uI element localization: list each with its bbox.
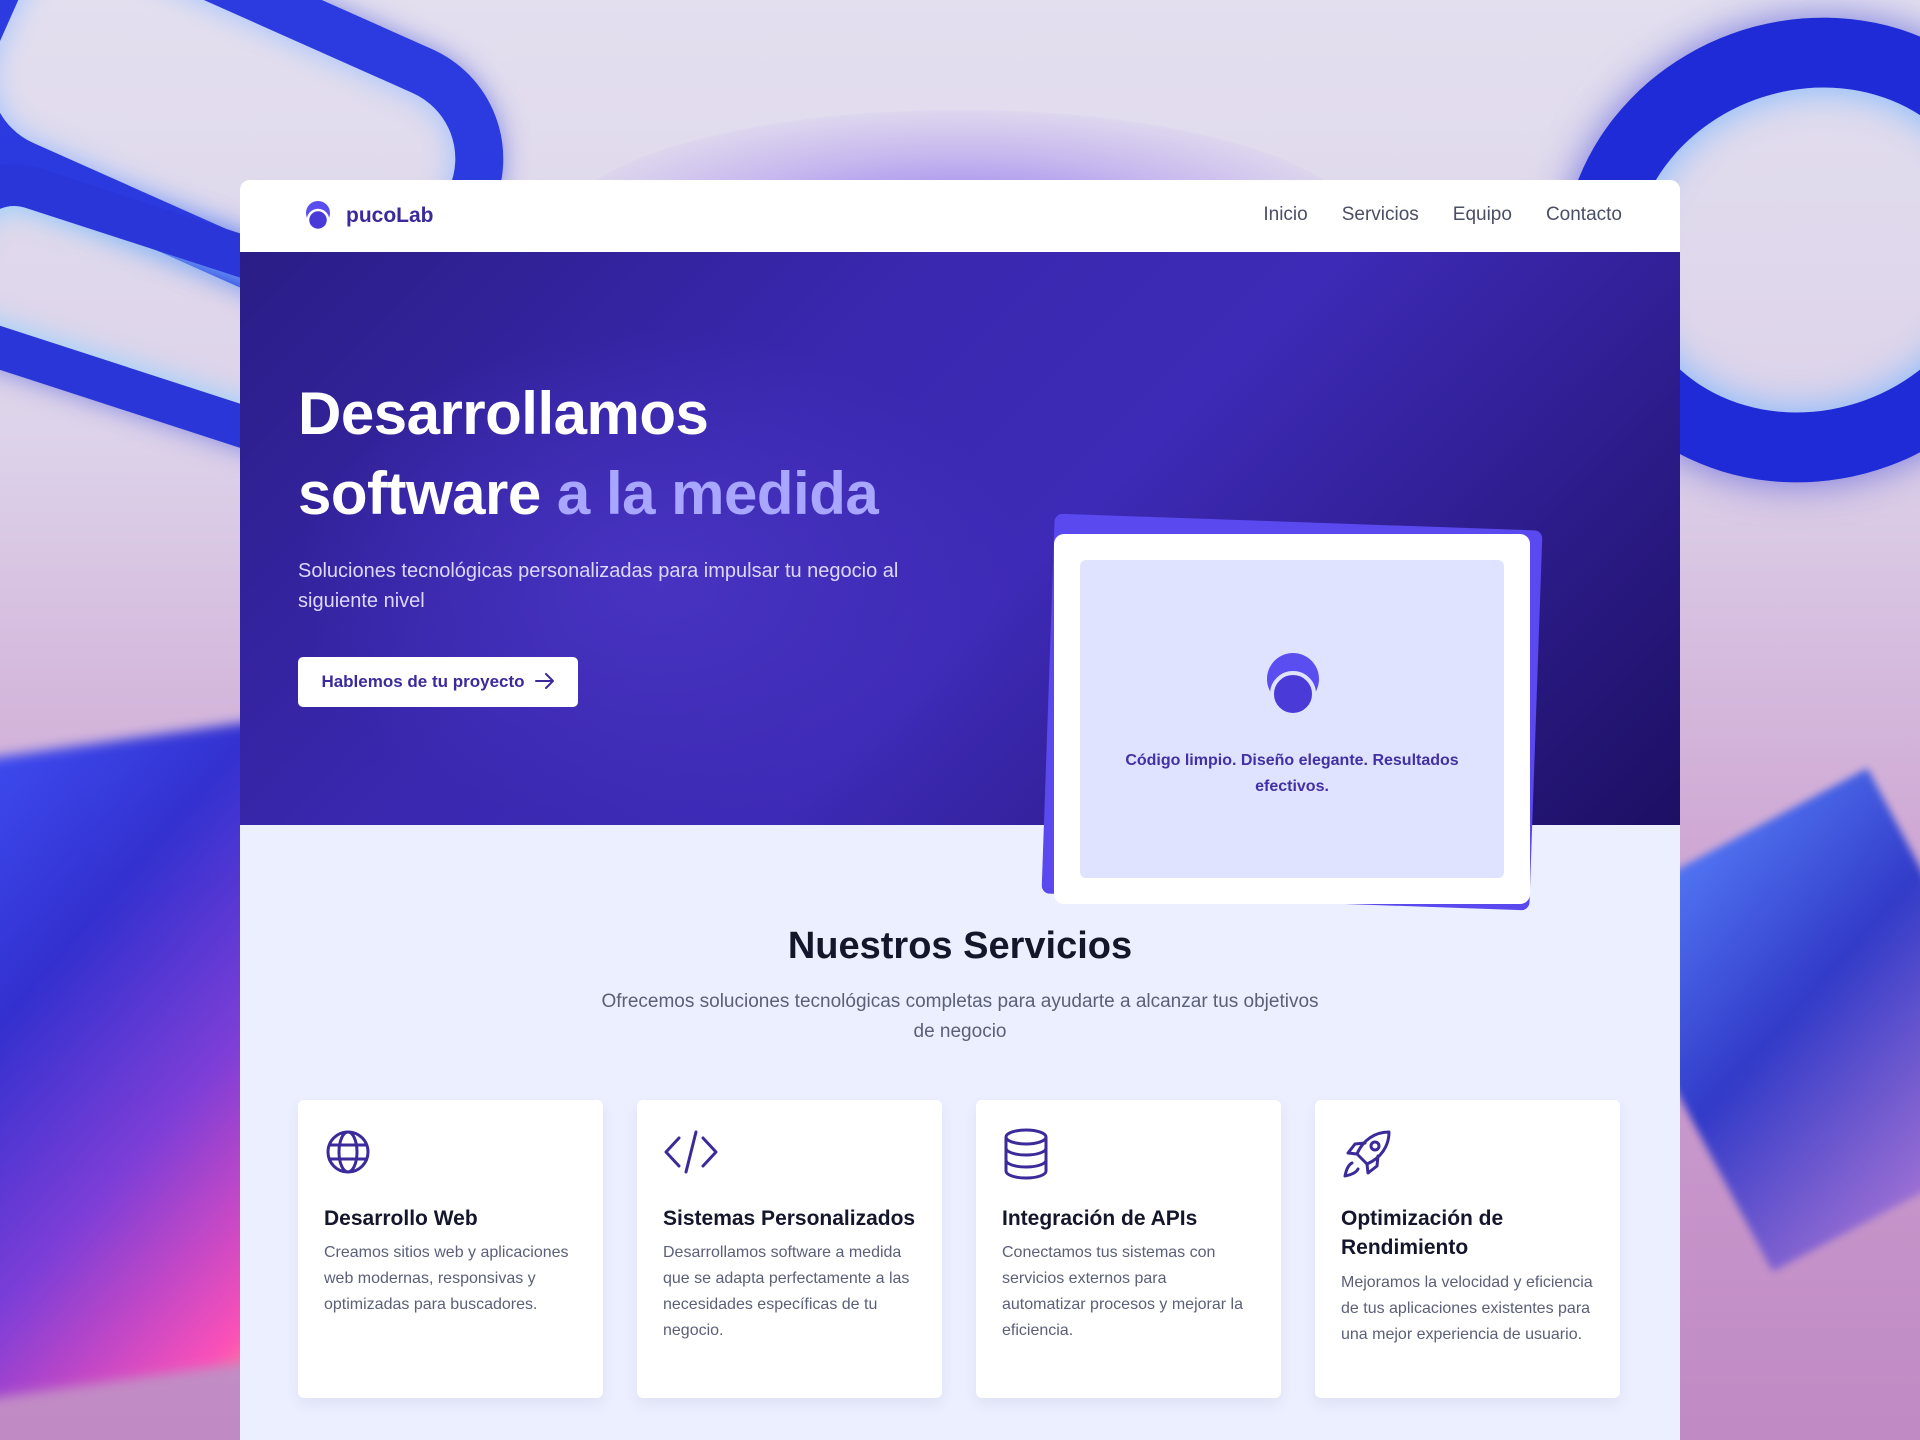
code-icon — [663, 1128, 718, 1176]
nav-link-contacto[interactable]: Contacto — [1546, 204, 1622, 226]
service-description: Mejoramos la velocidad y eficiencia de t… — [1341, 1274, 1593, 1343]
service-card-performance[interactable]: Optimización de Rendimiento Mejoramos la… — [1315, 1100, 1620, 1398]
database-icon — [1002, 1128, 1050, 1180]
services-lead: Ofrecemos soluciones tecnológicas comple… — [601, 991, 1319, 1042]
service-title: Optimización de Rendimiento — [1341, 1207, 1504, 1259]
cta-label: Hablemos de tu proyecto — [321, 672, 525, 691]
nav-link-servicios[interactable]: Servicios — [1342, 204, 1419, 226]
hero-card-text: Código limpio. Diseño elegante. Resultad… — [1125, 752, 1459, 795]
service-description: Creamos sitios web y aplicaciones web mo… — [324, 1244, 569, 1313]
services-section: Nuestros Servicios Ofrecemos soluciones … — [240, 825, 1680, 1440]
bubble-logo-icon — [1266, 652, 1320, 718]
bubble-logo-icon — [304, 201, 332, 232]
service-card-apis[interactable]: Integración de APIs Conectamos tus siste… — [976, 1100, 1281, 1398]
navbar: pucoLab Inicio Servicios Equipo Contacto — [240, 180, 1680, 252]
services-grid: Desarrollo Web Creamos sitios web y apli… — [298, 1100, 1620, 1398]
brand[interactable]: pucoLab — [304, 201, 434, 232]
hero-section: Desarrollamos software a la medida Soluc… — [240, 252, 1680, 911]
arrow-right-icon — [534, 671, 555, 693]
website-frame: pucoLab Inicio Servicios Equipo Contacto… — [240, 180, 1680, 1440]
service-card-systems[interactable]: Sistemas Personalizados Desarrollamos so… — [637, 1100, 942, 1398]
contact-cta-button[interactable]: Hablemos de tu proyecto — [298, 657, 578, 707]
service-card-web[interactable]: Desarrollo Web Creamos sitios web y apli… — [298, 1100, 603, 1398]
hero-title-line1: Desarrollamos — [298, 380, 709, 447]
rocket-icon — [1341, 1128, 1391, 1178]
nav-link-equipo[interactable]: Equipo — [1453, 204, 1512, 226]
brand-name: pucoLab — [346, 204, 434, 227]
hero-title: Desarrollamos software a la medida — [298, 374, 998, 534]
service-description: Conectamos tus sistemas con servicios ex… — [1002, 1244, 1243, 1339]
service-title: Integración de APIs — [1002, 1207, 1198, 1230]
service-description: Desarrollamos software a medida que se a… — [663, 1244, 910, 1339]
service-title: Desarrollo Web — [324, 1207, 478, 1230]
hero-title-accent: a la medida — [556, 460, 879, 527]
nav-link-inicio[interactable]: Inicio — [1263, 204, 1307, 226]
nav-menu: Inicio Servicios Equipo Contacto — [1263, 204, 1622, 226]
hero-subtitle: Soluciones tecnológicas personalizadas p… — [298, 560, 899, 612]
globe-icon — [324, 1128, 372, 1176]
services-title: Nuestros Servicios — [787, 925, 1133, 967]
hero-title-plain: software — [298, 460, 541, 527]
service-title: Sistemas Personalizados — [663, 1207, 916, 1230]
